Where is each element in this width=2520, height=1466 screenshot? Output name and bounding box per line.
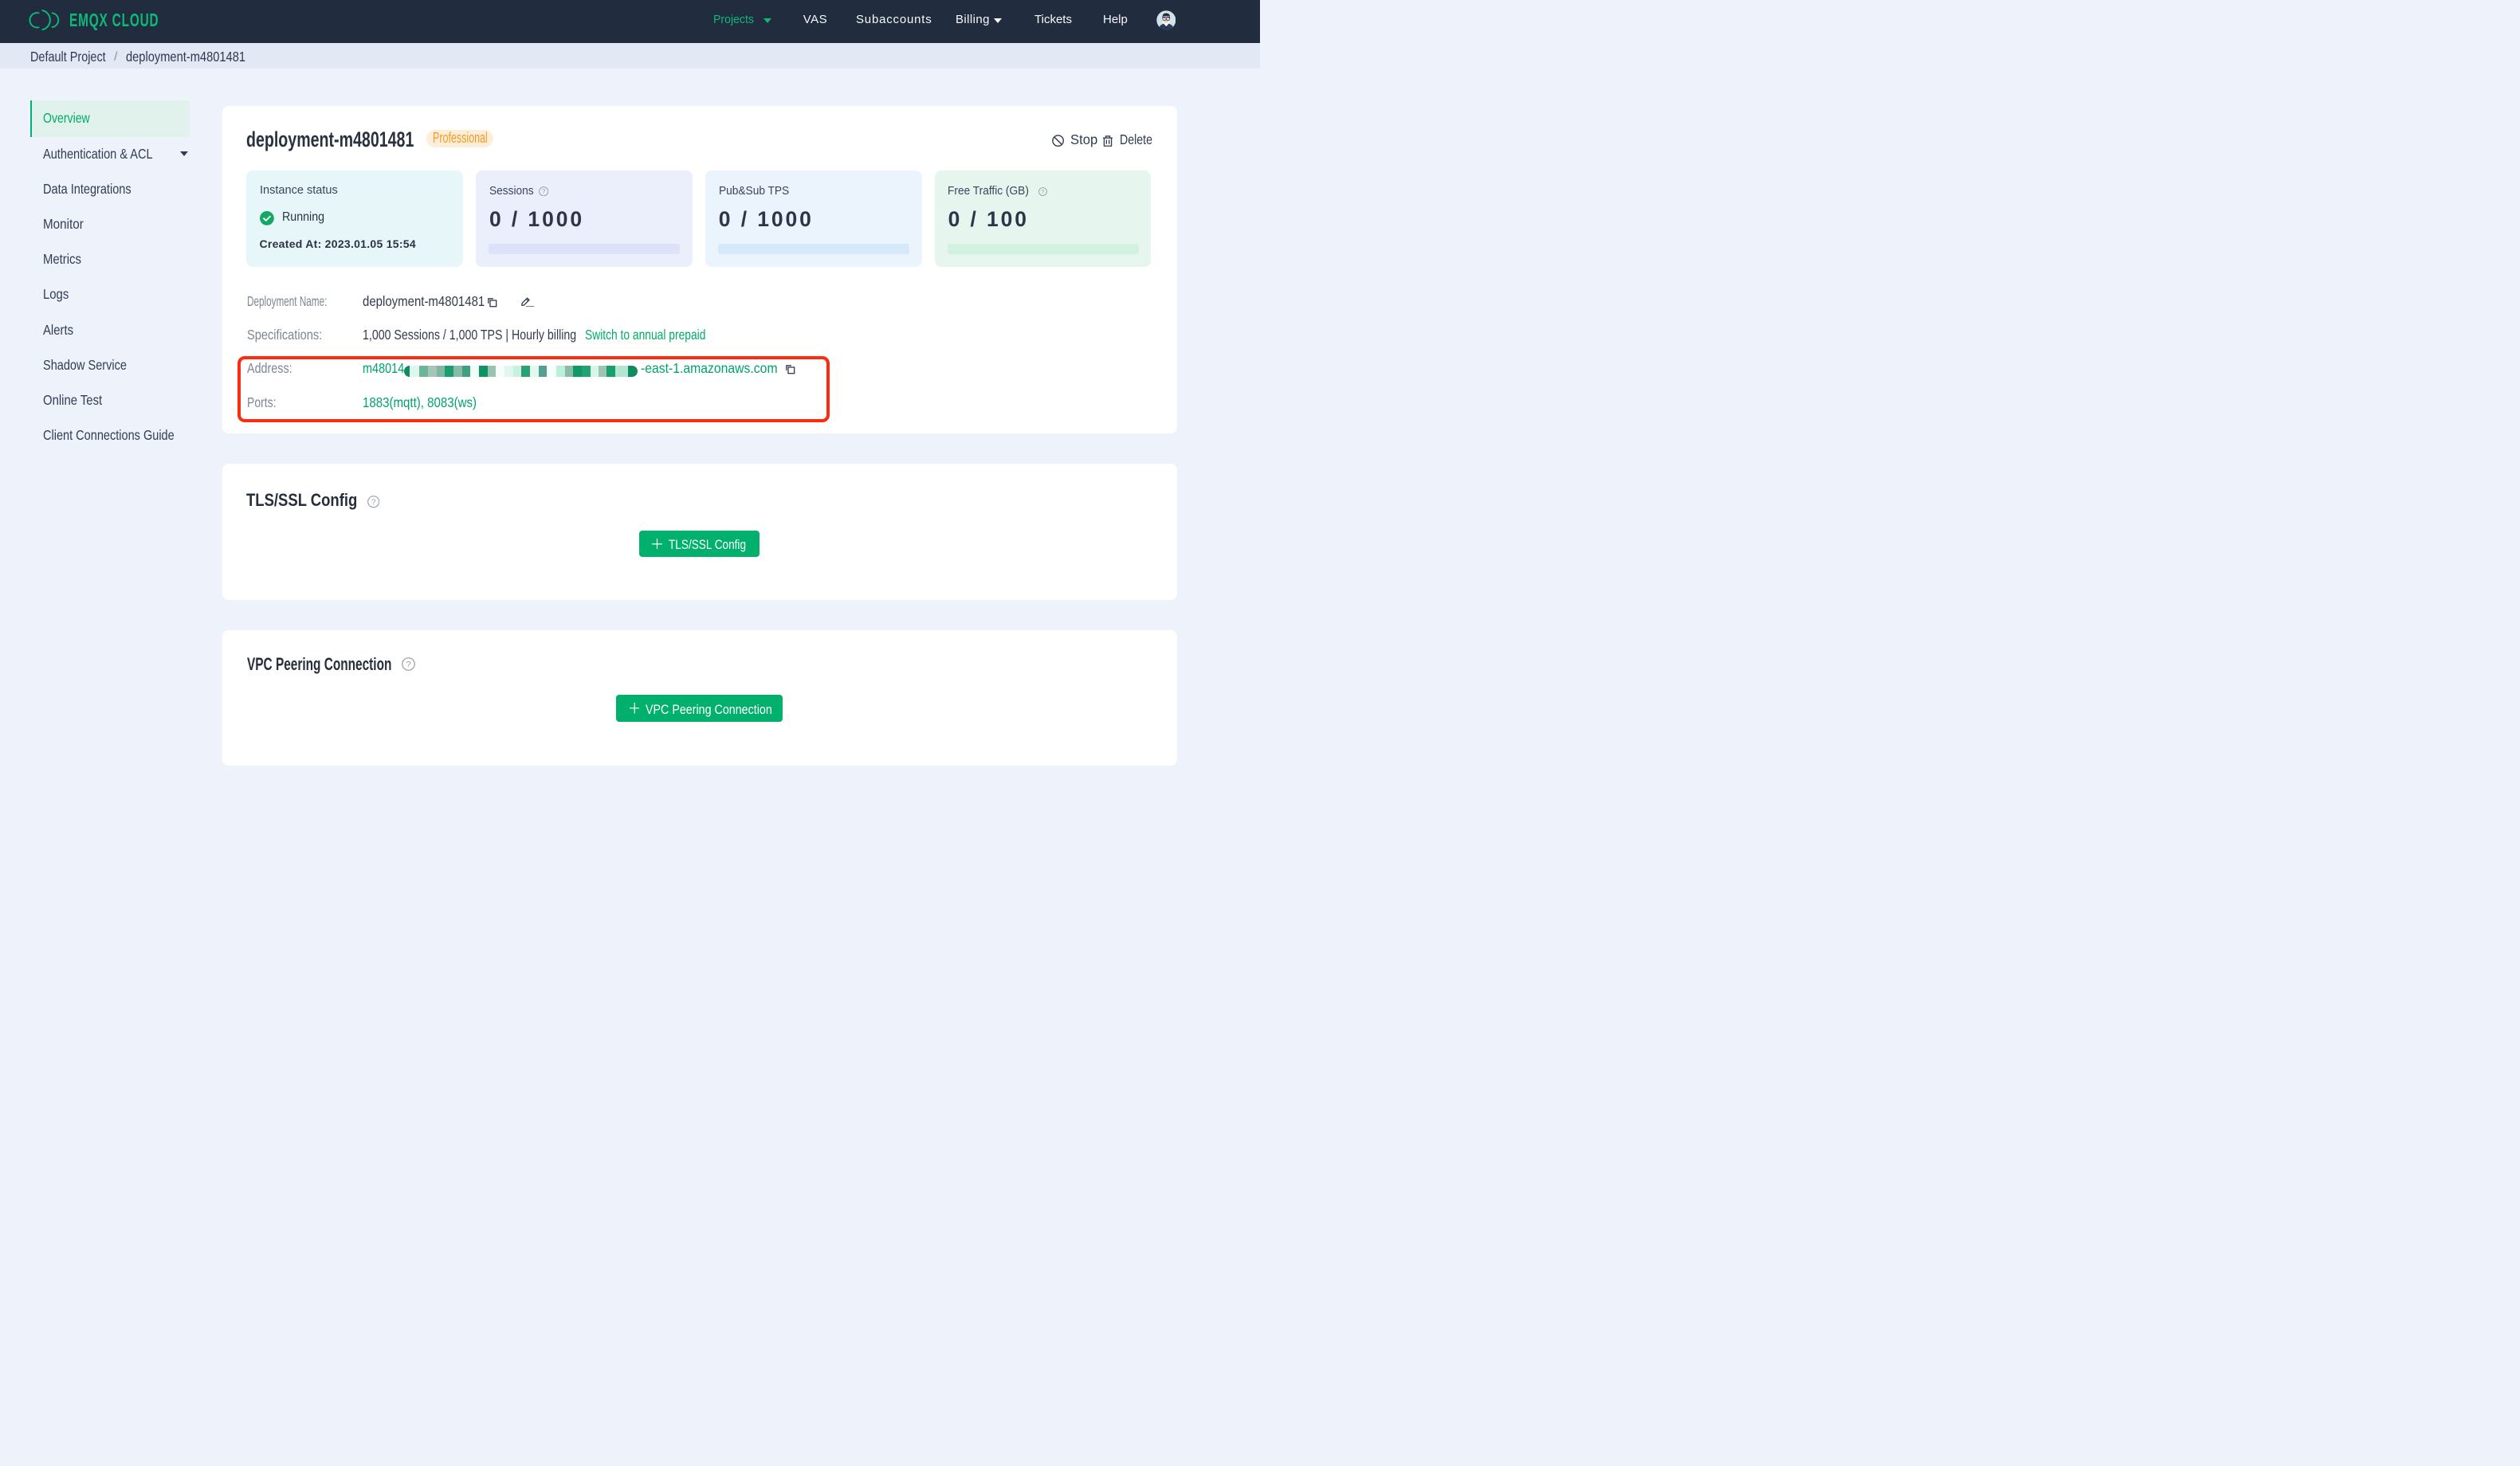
svg-text:?: ? (541, 188, 545, 195)
svg-text:?: ? (406, 660, 410, 670)
svg-text:?: ? (371, 499, 376, 508)
svg-text:?: ? (1041, 188, 1044, 195)
